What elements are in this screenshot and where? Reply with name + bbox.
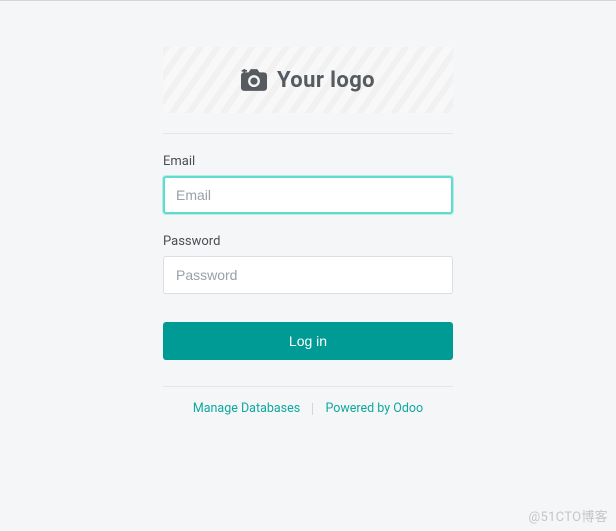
logo-placeholder: Your logo	[163, 47, 453, 113]
password-field[interactable]	[163, 256, 453, 294]
email-label: Email	[163, 154, 453, 169]
powered-by-link[interactable]: Powered by Odoo	[316, 401, 432, 416]
manage-databases-link[interactable]: Manage Databases	[184, 401, 309, 416]
password-label: Password	[163, 234, 453, 249]
login-button[interactable]: Log in	[163, 322, 453, 360]
watermark: @51CTO博客	[529, 506, 609, 525]
logo-inner: Your logo	[241, 68, 375, 93]
logo-text: Your logo	[277, 68, 375, 93]
footer-divider	[163, 386, 453, 387]
login-card: Your logo Email Password Log in Manage D…	[163, 47, 453, 416]
password-group: Password	[163, 234, 453, 294]
email-group: Email	[163, 154, 453, 214]
footer-separator	[312, 403, 313, 415]
email-field[interactable]	[163, 176, 453, 214]
footer-links: Manage Databases Powered by Odoo	[163, 401, 453, 416]
top-divider	[163, 133, 453, 134]
camera-add-icon	[241, 69, 267, 91]
